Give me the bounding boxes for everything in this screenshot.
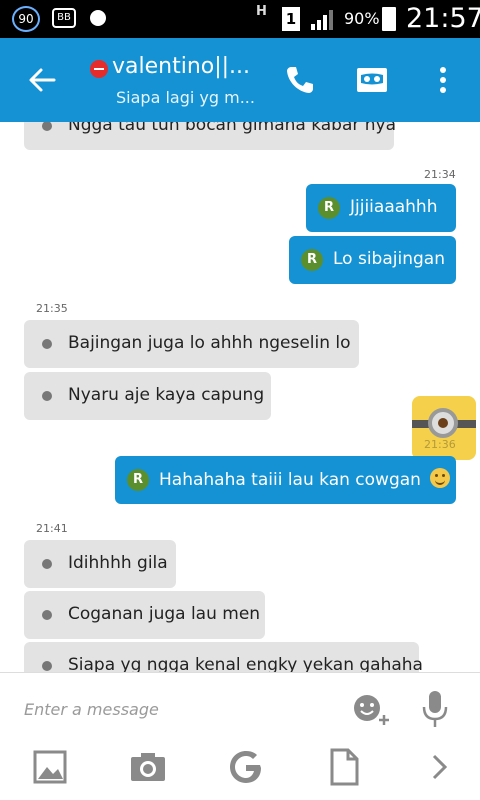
bbm-dot-icon [42, 339, 52, 349]
message-outgoing[interactable]: R Lo sibajingan [289, 236, 456, 284]
message-timestamp: 21:41 [36, 522, 68, 535]
message-incoming[interactable]: Siapa yg ngga kenal engky yekan gahaha [24, 642, 423, 672]
sticker-timestamp: 21:36 [424, 438, 456, 451]
attachment-toolbar [0, 747, 480, 797]
message-text: Coganan juga lau men [68, 604, 261, 624]
record-dot-icon [90, 10, 106, 26]
signal-icon [311, 10, 333, 30]
message-text: Bajingan juga lo ahhh ngeselin lo [68, 333, 351, 353]
message-timestamp: 21:34 [424, 168, 456, 181]
message-incoming[interactable]: Coganan juga lau men [24, 591, 265, 639]
chevron-right-icon[interactable] [420, 747, 460, 787]
message-text: Idihhhh gila [68, 553, 168, 573]
message-text: Siapa yg ngga kenal engky yekan gahaha [68, 655, 423, 672]
composer [0, 672, 480, 800]
back-arrow-icon[interactable] [24, 62, 60, 98]
file-icon[interactable] [324, 747, 364, 787]
status-bar: 90 BB H 1 90% 21:57 [0, 0, 480, 38]
message-text: Hahahaha taiii lau kan cowgan [159, 470, 421, 490]
bbm-dot-icon [42, 559, 52, 569]
battery-icon [382, 7, 396, 31]
mic-icon[interactable] [420, 689, 450, 729]
message-incoming[interactable]: Bajingan juga lo ahhh ngeselin lo [24, 320, 359, 368]
bbm-dot-icon [42, 122, 52, 131]
contact-name[interactable]: valentino||... [112, 54, 272, 79]
message-outgoing[interactable]: R Hahahaha taiii lau kan cowgan [115, 456, 456, 504]
bbm-dot-icon [42, 610, 52, 620]
status-time: 21:57 [406, 3, 480, 34]
message-text: Nyaru aje kaya capung [68, 385, 265, 405]
battery-percent: 90% [344, 9, 380, 28]
message-list[interactable]: Ngga tau tuh bocah gimana kabar nya 21:3… [0, 122, 480, 672]
message-incoming[interactable]: Nyaru aje kaya capung [24, 372, 271, 420]
bbm-icon: BB [52, 8, 76, 28]
chat-header: valentino||... Siapa lagi yg m... [0, 38, 480, 122]
notification-count-badge: 90 [12, 6, 40, 32]
read-badge: R [301, 249, 323, 271]
wink-emoji-icon [430, 468, 451, 488]
more-vert-icon[interactable] [428, 62, 458, 98]
bbm-dot-icon [42, 661, 52, 671]
read-badge: R [318, 197, 340, 219]
emoji-add-icon[interactable] [352, 693, 392, 727]
network-type: H [256, 4, 267, 19]
message-text: Lo sibajingan [333, 249, 445, 269]
read-badge: R [127, 469, 149, 491]
image-icon[interactable] [30, 747, 70, 787]
message-text: Jjjiiaaahhh [350, 197, 438, 217]
message-outgoing[interactable]: R Jjjiiaaahhh [306, 184, 456, 232]
sim-slot: 1 [282, 7, 300, 31]
google-icon[interactable] [226, 747, 266, 787]
contact-status[interactable]: Siapa lagi yg m... [116, 88, 276, 107]
bbm-dot-icon [42, 391, 52, 401]
message-timestamp: 21:35 [36, 302, 68, 315]
phone-icon[interactable] [282, 62, 318, 98]
camera-icon[interactable] [128, 747, 168, 787]
message-input[interactable] [24, 695, 324, 723]
message-text: Ngga tau tuh bocah gimana kabar nya [68, 122, 397, 135]
message-incoming[interactable]: Idihhhh gila [24, 540, 176, 588]
video-call-icon[interactable] [354, 62, 390, 98]
presence-busy-icon [90, 60, 108, 78]
message-incoming[interactable]: Ngga tau tuh bocah gimana kabar nya [24, 122, 397, 150]
